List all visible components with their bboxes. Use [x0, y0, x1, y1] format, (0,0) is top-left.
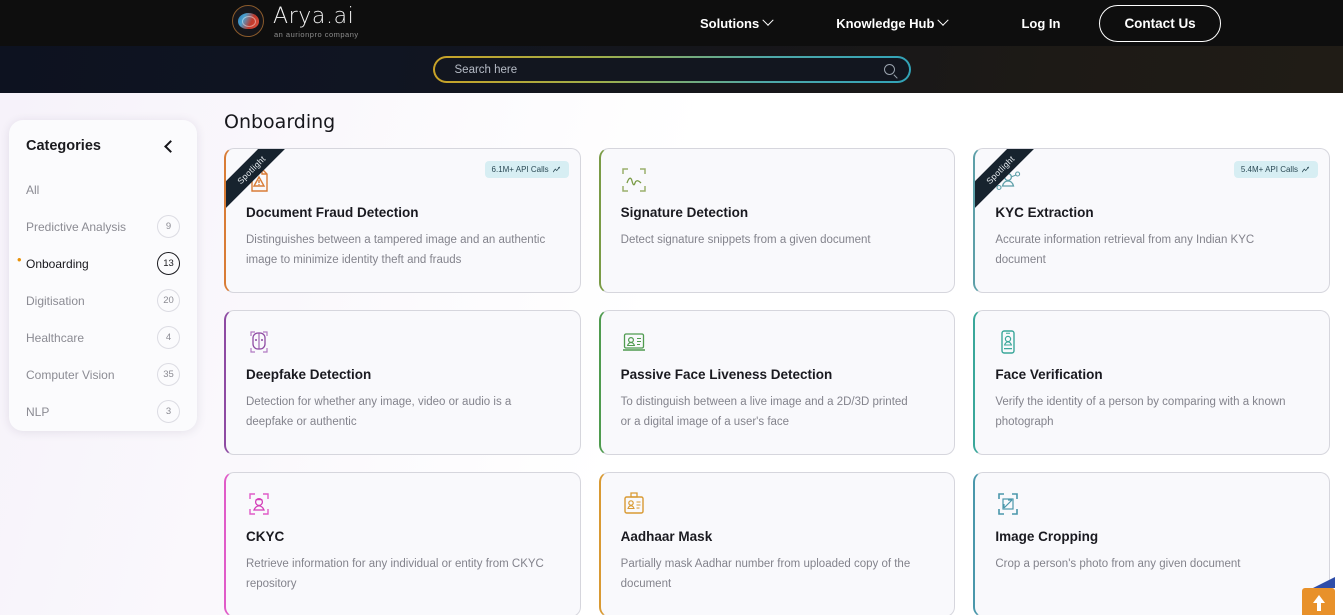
sidebar-item-count: 20 [157, 289, 180, 312]
sidebar-item-label: Onboarding [26, 256, 89, 271]
chevron-down-icon [937, 14, 950, 26]
top-navigation-bar: Arya.ai an aurionpro company Solutions K… [0, 0, 1343, 46]
sidebar-item-count: 3 [157, 400, 180, 423]
arrow-up-icon [1312, 595, 1325, 611]
card-description: To distinguish between a live image and … [620, 396, 908, 428]
nav-item-knowledge-hub[interactable]: Knowledge Hub [836, 14, 950, 31]
card-title: Deepfake Detection [246, 367, 372, 382]
sidebar-item-computer-vision[interactable]: Computer Vision 35 [26, 356, 180, 393]
sidebar-item-all[interactable]: All [26, 171, 180, 208]
logo-tagline: an aurionpro company [274, 30, 359, 39]
api-calls-badge: 6.1M+ API Calls [484, 161, 569, 178]
trend-up-icon [1301, 166, 1310, 173]
sidebar-item-label: All [26, 182, 40, 197]
sidebar-item-count: 35 [157, 363, 180, 386]
card-deepfake-detection[interactable]: Deepfake Detection Detection for whether… [224, 310, 581, 455]
scroll-to-top-button[interactable] [1302, 588, 1335, 615]
card-description: Detection for whether any image, video o… [246, 396, 512, 428]
sidebar-item-onboarding[interactable]: Onboarding 13 [17, 245, 180, 282]
nav-item-solutions[interactable]: Solutions [700, 14, 774, 31]
sidebar-item-label: Predictive Analysis [26, 219, 127, 234]
sidebar-item-label: NLP [26, 404, 50, 419]
chevron-left-icon[interactable] [164, 139, 177, 153]
card-description: Partially mask Aadhar number from upload… [620, 558, 911, 590]
search-box[interactable] [433, 56, 911, 83]
card-title: Signature Detection [620, 205, 749, 220]
sidebar-item-nlp[interactable]: NLP 3 [26, 393, 180, 430]
sidebar-item-count: 4 [157, 326, 180, 349]
card-title: Aadhaar Mask [620, 529, 713, 544]
sidebar-item-label: Computer Vision [26, 367, 115, 382]
main-content: Onboarding Spotlight 6.1M+ API Calls Doc… [224, 93, 1330, 615]
sidebar-item-healthcare[interactable]: Healthcare 4 [26, 319, 180, 356]
nav-item-login[interactable]: Log In [1021, 16, 1060, 31]
api-calls-label: 5.4M+ API Calls [1240, 165, 1298, 174]
card-aadhaar-mask[interactable]: Aadhaar Mask Partially mask Aadhar numbe… [598, 472, 956, 615]
face-phone-icon [995, 329, 1021, 355]
nav-links-group: Solutions Knowledge Hub Log In Contact U… [690, 0, 1343, 46]
card-title: KYC Extraction [995, 205, 1094, 220]
search-icon[interactable] [883, 64, 895, 75]
card-description: Verify the identity of a person by compa… [995, 396, 1286, 428]
face-scan-icon [246, 491, 272, 517]
sidebar-item-digitisation[interactable]: Digitisation 20 [26, 282, 180, 319]
id-card-icon [621, 491, 647, 517]
card-title: Image Cropping [995, 529, 1099, 544]
card-title: Passive Face Liveness Detection [620, 367, 833, 382]
crop-scan-icon [995, 491, 1021, 517]
card-face-verification[interactable]: Face Verification Verify the identity of… [973, 310, 1330, 455]
contact-us-button[interactable]: Contact Us [1099, 4, 1221, 42]
liveness-card-icon [621, 329, 647, 355]
api-calls-badge: 5.4M+ API Calls [1233, 161, 1318, 178]
card-passive-face-liveness-detection[interactable]: Passive Face Liveness Detection To disti… [598, 310, 956, 455]
card-kyc-extraction[interactable]: Spotlight 5.4M+ API Calls KYC Extraction… [973, 148, 1330, 293]
product-card-grid: Spotlight 6.1M+ API Calls Document Fraud… [224, 148, 1330, 615]
card-title: CKYC [246, 529, 285, 544]
trend-up-icon [552, 166, 560, 173]
card-description: Distinguishes between a tampered image a… [246, 234, 546, 266]
sidebar-item-count: 9 [157, 215, 180, 238]
card-document-fraud-detection[interactable]: Spotlight 6.1M+ API Calls Document Fraud… [224, 148, 581, 293]
sidebar-title: Categories [26, 138, 101, 154]
search-band [0, 46, 1343, 93]
page-body: Categories All Predictive Analysis 9 Onb… [0, 93, 1343, 615]
sidebar-item-label: Healthcare [26, 330, 85, 345]
nav-item-login-label: Log In [1021, 15, 1061, 31]
arya-brain-logo-icon [232, 5, 264, 37]
card-title: Document Fraud Detection [246, 205, 419, 220]
site-logo[interactable]: Arya.ai an aurionpro company [232, 5, 359, 39]
card-title: Face Verification [995, 367, 1103, 382]
card-description: Detect signature snippets from a given d… [620, 234, 871, 246]
sidebar-item-predictive-analysis[interactable]: Predictive Analysis 9 [26, 208, 180, 245]
signature-scan-icon [621, 167, 647, 193]
nav-item-solutions-label: Solutions [700, 15, 760, 31]
card-description: Accurate information retrieval from any … [995, 234, 1255, 266]
categories-sidebar: Categories All Predictive Analysis 9 Onb… [9, 120, 197, 431]
sidebar-item-label: Digitisation [26, 293, 85, 308]
page-title: Onboarding [224, 111, 336, 133]
nav-item-knowledge-hub-label: Knowledge Hub [836, 15, 935, 31]
card-signature-detection[interactable]: Signature Detection Detect signature sni… [598, 148, 956, 293]
logo-wordmark: Arya.ai [273, 4, 355, 29]
card-description: Retrieve information for any individual … [246, 558, 544, 590]
deepfake-face-icon [246, 329, 272, 355]
search-input[interactable] [454, 63, 851, 76]
chevron-down-icon [762, 14, 774, 26]
card-image-cropping[interactable]: Image Cropping Crop a person's photo fro… [973, 472, 1330, 615]
card-description: Crop a person's photo from any given doc… [995, 558, 1241, 570]
sidebar-item-count: 13 [157, 252, 180, 275]
card-ckyc[interactable]: CKYC Retrieve information for any indivi… [224, 472, 581, 615]
api-calls-label: 6.1M+ API Calls [491, 165, 549, 174]
